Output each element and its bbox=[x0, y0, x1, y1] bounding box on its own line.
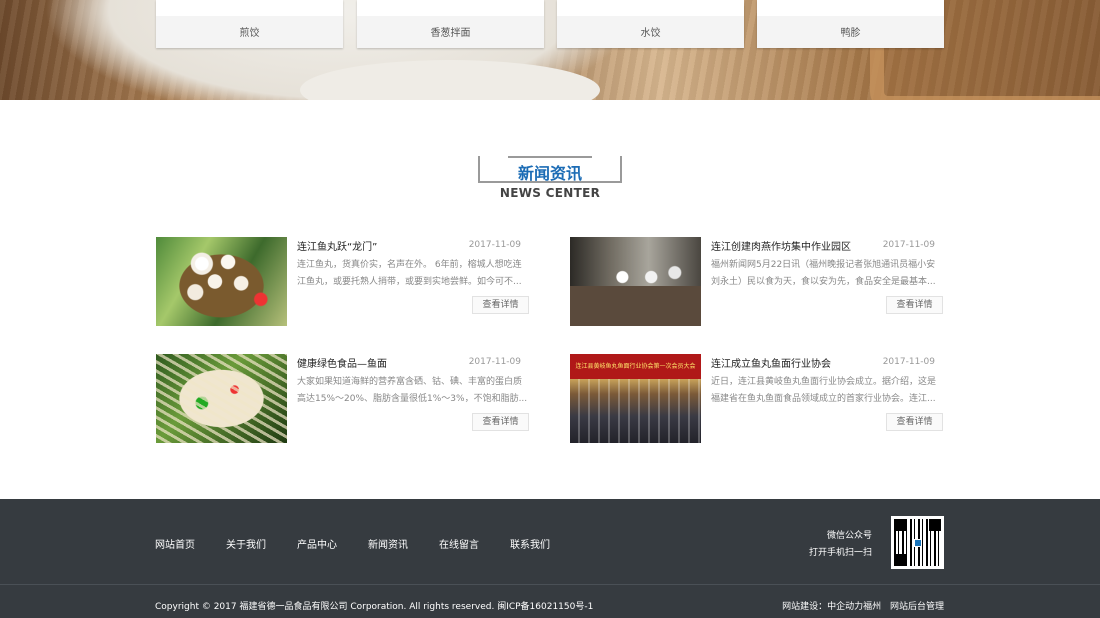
qr-code-pattern bbox=[894, 519, 941, 566]
copyright-text: Copyright © 2017 福建省德一品食品有限公司 Corporatio… bbox=[155, 602, 594, 612]
product-card-label: 香葱拌面 bbox=[430, 28, 471, 39]
news-item-4: 连江县黄岐鱼丸鱼面行业协会第一次会员大会 连江成立鱼丸鱼面行业协会 2017-1… bbox=[570, 354, 943, 444]
news-item-summary: 大家如果知道海鲜的营养富含硒、钴、碘、丰富的蛋白质高达15%～20%、脂肪含量很… bbox=[297, 377, 528, 404]
news-item-title[interactable]: 连江鱼丸跃“龙门” bbox=[297, 238, 377, 253]
footer-link-home[interactable]: 网站首页 bbox=[155, 536, 195, 551]
product-card-2[interactable]: 香葱拌面 bbox=[357, 0, 544, 48]
news-item-date: 2017-11-09 bbox=[468, 240, 521, 250]
news-subtitle: NEWS CENTER bbox=[499, 186, 601, 200]
footer-link-news[interactable]: 新闻资讯 bbox=[368, 536, 408, 551]
news-item-date: 2017-11-09 bbox=[882, 240, 935, 250]
news-item-date: 2017-11-09 bbox=[468, 357, 521, 367]
product-card-4[interactable]: 鸭胗 bbox=[757, 0, 944, 48]
hero-banner: 煎饺 香葱拌面 水饺 鸭胗 bbox=[0, 0, 1100, 100]
product-card-image bbox=[357, 0, 544, 16]
site-build-credit-link[interactable]: 网站建设：中企动力福州 bbox=[782, 602, 881, 612]
news-title: 新闻资讯 bbox=[517, 164, 582, 183]
news-thumbnail[interactable] bbox=[156, 354, 287, 443]
footer-nav: 网站首页 关于我们 产品中心 新闻资讯 在线留言 联系我们 bbox=[155, 536, 581, 551]
meeting-banner-text: 连江县黄岐鱼丸鱼面行业协会第一次会员大会 bbox=[575, 363, 696, 370]
view-details-button[interactable]: 查看详情 bbox=[472, 413, 529, 431]
product-card-image bbox=[557, 0, 744, 16]
footer: 网站首页 关于我们 产品中心 新闻资讯 在线留言 联系我们 微信公众号 打开手机… bbox=[0, 499, 1100, 618]
product-card-1[interactable]: 煎饺 bbox=[156, 0, 343, 48]
qr-center-logo bbox=[914, 539, 922, 547]
news-item-1: 连江鱼丸跃“龙门” 2017-11-09 连江鱼丸，货真价实，名声在外。 6年前… bbox=[156, 237, 529, 327]
product-card-label: 煎饺 bbox=[239, 28, 260, 39]
news-item-title[interactable]: 健康绿色食品—鱼面 bbox=[297, 355, 387, 370]
footer-link-products[interactable]: 产品中心 bbox=[297, 536, 337, 551]
qr-code-icon bbox=[891, 516, 944, 569]
view-details-button[interactable]: 查看详情 bbox=[886, 413, 943, 431]
news-item-3: 健康绿色食品—鱼面 2017-11-09 大家如果知道海鲜的营养富含硒、钴、碘、… bbox=[156, 354, 529, 444]
footer-link-about[interactable]: 关于我们 bbox=[226, 536, 266, 551]
wechat-title: 微信公众号 bbox=[826, 531, 872, 541]
footer-credits: 网站建设：中企动力福州 网站后台管理 bbox=[782, 599, 944, 612]
news-thumbnail[interactable] bbox=[570, 237, 701, 326]
news-item-title[interactable]: 连江创建肉燕作坊集中作业园区 bbox=[711, 238, 851, 253]
news-thumbnail[interactable] bbox=[156, 237, 287, 326]
admin-login-link[interactable]: 网站后台管理 bbox=[890, 602, 944, 612]
product-card-3[interactable]: 水饺 bbox=[557, 0, 744, 48]
news-section-heading: 新闻资讯 NEWS CENTER bbox=[0, 156, 1100, 206]
footer-link-message[interactable]: 在线留言 bbox=[439, 536, 479, 551]
wechat-subtitle: 打开手机扫一扫 bbox=[808, 548, 872, 558]
product-card-image bbox=[156, 0, 343, 16]
news-thumbnail[interactable]: 连江县黄岐鱼丸鱼面行业协会第一次会员大会 bbox=[570, 354, 701, 443]
footer-divider bbox=[0, 584, 1100, 585]
news-item-2: 连江创建肉燕作坊集中作业园区 2017-11-09 福州新闻网5月22日讯（福州… bbox=[570, 237, 943, 327]
footer-link-contact[interactable]: 联系我们 bbox=[510, 536, 550, 551]
bowl-image bbox=[300, 60, 600, 100]
news-item-date: 2017-11-09 bbox=[882, 357, 935, 367]
news-item-summary: 福州新闻网5月22日讯（福州晚报记者张旭通讯员福小安刘永土）民以食为天，食以安为… bbox=[711, 260, 936, 287]
news-item-summary: 连江鱼丸，货真价实，名声在外。 6年前，榕城人想吃连江鱼丸，或要托熟人捎带，或要… bbox=[297, 260, 522, 287]
news-item-title[interactable]: 连江成立鱼丸鱼面行业协会 bbox=[711, 355, 831, 370]
news-item-summary: 近日，连江县黄岐鱼丸鱼面行业协会成立。据介绍，这是福建省在鱼丸鱼面食品领域成立的… bbox=[711, 377, 937, 404]
product-card-label: 水饺 bbox=[640, 28, 661, 39]
product-card-label: 鸭胗 bbox=[840, 28, 861, 39]
view-details-button[interactable]: 查看详情 bbox=[886, 296, 943, 314]
product-card-image bbox=[757, 0, 944, 16]
view-details-button[interactable]: 查看详情 bbox=[472, 296, 529, 314]
